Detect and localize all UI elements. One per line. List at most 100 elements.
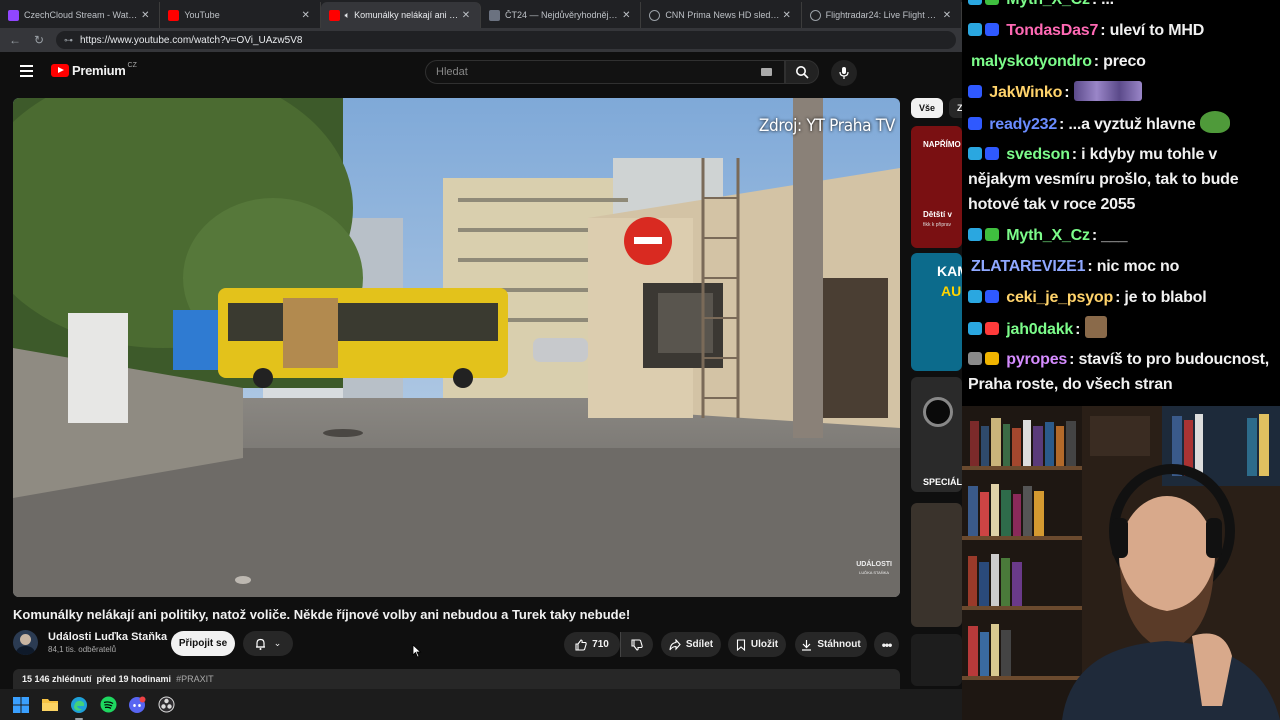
file-explorer-icon[interactable] xyxy=(41,696,59,714)
channel-name[interactable]: Události Luďka Staňka xyxy=(48,631,167,643)
recommended-thumbnail[interactable]: NAPŘÍMO Dětští v fikk k připrav xyxy=(911,126,962,248)
chat-text: : uleví to MHD xyxy=(1100,22,1205,39)
video-player[interactable]: Zdroj: YT Praha TV UDÁLOSTI LUĎKA STAŇKA xyxy=(13,98,900,597)
chat-message: ready232: ...a vyztuž hlavne xyxy=(968,111,1274,137)
moderator-badge-icon xyxy=(968,352,982,365)
gem-badge-icon xyxy=(985,0,999,5)
edge-browser-icon[interactable] xyxy=(70,696,88,720)
thumb-label: AU xyxy=(941,283,962,299)
webcam-feed xyxy=(962,406,1280,720)
source-watermark: Zdroj: YT Praha TV xyxy=(758,116,895,136)
spotify-icon[interactable] xyxy=(99,696,117,714)
url-field[interactable]: ⊶ https://www.youtube.com/watch?v=OVi_UA… xyxy=(56,31,956,49)
hashtag[interactable]: #PRAXIT xyxy=(176,674,214,684)
more-actions-button[interactable]: ••• xyxy=(874,632,899,657)
chat-username: malyskotyondro xyxy=(971,53,1092,70)
download-button[interactable]: Stáhnout xyxy=(795,632,867,657)
bookmark-icon xyxy=(736,638,745,651)
gem-badge-icon xyxy=(985,147,999,160)
chat-message: TondasDas7: uleví to MHD xyxy=(968,18,1274,43)
gem-badge-icon xyxy=(985,23,999,36)
view-count: 15 146 zhlédnutí xyxy=(22,674,92,684)
back-arrow-icon[interactable]: ← xyxy=(6,33,24,47)
thumbs-down-icon xyxy=(631,638,643,651)
description-box[interactable]: 15 146 zhlédnutí před 19 hodinami #PRAXI… xyxy=(13,669,900,689)
globe-favicon-icon xyxy=(649,9,661,21)
close-tab-icon[interactable]: ✕ xyxy=(781,10,793,21)
url-text: https://www.youtube.com/watch?v=OVi_UAzw… xyxy=(80,34,303,46)
search-button[interactable] xyxy=(785,60,819,84)
chip-all[interactable]: Vše xyxy=(911,98,944,118)
chat-message: JakWinko: xyxy=(968,80,1274,105)
site-info-icon[interactable]: ⊶ xyxy=(64,35,74,45)
chat-text: : ___ xyxy=(1091,227,1128,244)
close-tab-icon[interactable]: ✕ xyxy=(139,10,151,21)
chat-message: jah0dakk: xyxy=(968,316,1274,342)
video-title: Komunálky nelákají ani politiky, natož v… xyxy=(13,607,631,622)
discord-icon[interactable] xyxy=(128,696,146,714)
tab-title: Flightradar24: Live Flight Tracker xyxy=(825,10,941,20)
close-tab-icon[interactable]: ✕ xyxy=(300,10,312,21)
reload-icon[interactable]: ↻ xyxy=(30,33,48,47)
notifications-button[interactable]: ⌄ xyxy=(243,631,293,656)
browser-tab[interactable]: Flightradar24: Live Flight Tracker ✕ xyxy=(802,2,962,28)
gem-badge-icon xyxy=(968,85,982,98)
windows-start-icon[interactable] xyxy=(12,696,30,714)
subscriber-badge-icon xyxy=(968,0,982,5)
like-count: 710 xyxy=(592,639,609,650)
speaker-icon[interactable]: 🔈︎ xyxy=(345,10,350,21)
chat-username: Myth_X_Cz xyxy=(1006,227,1090,244)
voice-search-button[interactable] xyxy=(831,60,857,86)
browser-tab[interactable]: CzechCloud Stream - Watch Live o ✕ xyxy=(0,2,161,28)
browser-tab-active[interactable]: 🔈︎ Komunálky nelákají ani politik ✕ xyxy=(320,2,481,28)
address-bar-row: ← ↻ ⊶ https://www.youtube.com/watch?v=OV… xyxy=(0,28,962,52)
youtube-premium-logo[interactable]: Premium CZ xyxy=(51,62,137,78)
chat-username: ready232 xyxy=(989,116,1058,133)
chat-message: Myth_X_Cz: ___ xyxy=(968,223,1274,248)
close-tab-icon[interactable]: ✕ xyxy=(460,10,472,21)
search-input[interactable]: Hledat xyxy=(425,60,785,84)
subscriber-badge-icon xyxy=(968,228,982,241)
join-button[interactable]: Připojit se xyxy=(171,631,235,656)
chat-text: : nic moc no xyxy=(1087,258,1180,275)
close-tab-icon[interactable]: ✕ xyxy=(941,10,953,21)
save-label: Uložit xyxy=(750,639,779,650)
close-tab-icon[interactable]: ✕ xyxy=(620,10,632,21)
channel-avatar[interactable] xyxy=(13,630,38,655)
recommended-thumbnail[interactable]: KAM AU xyxy=(911,253,962,371)
recommended-thumbnail[interactable] xyxy=(911,503,962,627)
thumb-label: Dětští v xyxy=(923,210,952,219)
more-horizontal-icon: ••• xyxy=(881,637,893,652)
share-button[interactable]: Sdílet xyxy=(661,632,721,657)
chat-message: ceki_je_psyop: je to blabol xyxy=(968,285,1274,310)
corner-logo-line1: UDÁLOSTI xyxy=(856,561,892,568)
like-button[interactable]: 710 xyxy=(564,632,620,657)
thumb-label: fikk k připrav xyxy=(923,222,952,228)
chat-emote-image xyxy=(1073,81,1142,101)
browser-tab[interactable]: CNN Prima News HD sledujte onli ✕ xyxy=(641,2,802,28)
recommended-thumbnail[interactable] xyxy=(911,634,962,686)
chat-username: JakWinko xyxy=(989,84,1063,101)
chat-emote-image xyxy=(1084,316,1107,338)
recommended-thumbnail[interactable]: SPECIÁL xyxy=(911,377,962,492)
running-indicator xyxy=(75,717,83,720)
browser-tab[interactable]: ČT24 — Nejdůvěryhodnější zprav ✕ xyxy=(481,2,642,28)
chat-message: Myth_X_Cz: ... xyxy=(968,0,1274,12)
twitch-favicon-icon xyxy=(8,9,19,21)
gem-badge-icon xyxy=(968,117,982,130)
chat-text: : preco xyxy=(1093,53,1146,70)
tab-title: ČT24 — Nejdůvěryhodnější zprav xyxy=(504,10,620,20)
youtube-play-icon xyxy=(51,64,69,77)
chat-username: TondasDas7 xyxy=(1006,22,1099,39)
stream-chat-overlay: Myth_X_Cz: ... TondasDas7: uleví to MHD … xyxy=(962,0,1280,406)
ct24-favicon-icon xyxy=(488,9,500,21)
search-placeholder: Hledat xyxy=(436,66,468,78)
save-button[interactable]: Uložit xyxy=(728,632,786,657)
obs-studio-icon[interactable] xyxy=(157,696,175,714)
chat-message: svedson: i kdyby mu tohle v nějakym vesm… xyxy=(968,142,1274,217)
browser-tab[interactable]: YouTube ✕ xyxy=(160,2,321,28)
hamburger-menu-icon[interactable] xyxy=(20,65,33,77)
keyboard-icon[interactable] xyxy=(761,68,772,76)
dislike-button[interactable] xyxy=(620,632,653,657)
chat-text: : ... xyxy=(1092,0,1114,8)
